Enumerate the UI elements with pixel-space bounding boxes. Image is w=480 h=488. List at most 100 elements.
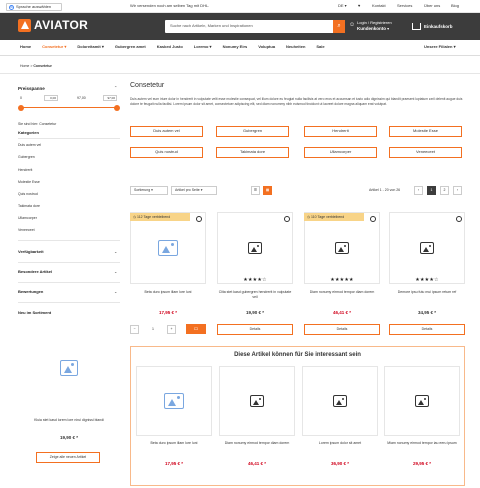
nav-loremo[interactable]: Loremo ▾	[193, 44, 212, 50]
product-name[interactable]: Demore ipsu futu mui ipsum retum ref	[389, 290, 465, 295]
chevron-down-icon[interactable]: ⌄	[114, 289, 117, 295]
tag-ullamcorper[interactable]: Ullamcorper	[304, 147, 377, 158]
language-select[interactable]: G Sprache auswählen	[6, 3, 62, 11]
wishlist-heart-icon[interactable]	[370, 216, 376, 222]
divider	[18, 262, 120, 263]
category-item[interactable]: Molestie Esse	[18, 180, 40, 184]
product-image[interactable]	[389, 212, 465, 284]
topbar-link-blog[interactable]: Blog	[451, 3, 459, 9]
page-1[interactable]: 1	[427, 186, 436, 195]
show-all-new-button[interactable]: Zeige alle neuen Artikel	[36, 452, 100, 463]
product-image[interactable]	[130, 212, 206, 284]
list-view-icon[interactable]: ☰	[251, 186, 260, 195]
login-link[interactable]: Login / Registrieren Kundenkonto ▾	[357, 20, 392, 31]
nav-consetetur[interactable]: Consetetur ▾	[42, 44, 66, 50]
wishlist-heart-icon[interactable]	[456, 216, 462, 222]
reco-product-image[interactable]	[384, 366, 460, 436]
tag-veneeceet[interactable]: Veneeceet	[389, 147, 462, 158]
filter-ratings[interactable]: Bewertungen	[18, 289, 43, 295]
price-slider-max-handle[interactable]	[114, 104, 120, 111]
chevron-down-icon[interactable]: ⌄	[114, 269, 117, 275]
price-max-input[interactable]: 97,00	[103, 95, 117, 101]
details-button[interactable]: Details	[217, 324, 293, 335]
chevron-up-icon[interactable]: ⌃	[114, 85, 117, 91]
tag-gubergren[interactable]: Gubergren	[216, 126, 289, 137]
wishlist-heart-icon[interactable]	[196, 216, 202, 222]
wishlist-heart-icon[interactable]	[284, 216, 290, 222]
topbar-link-kontakt[interactable]: Kontakt	[372, 3, 386, 9]
search-button[interactable]: ⌕	[333, 20, 345, 33]
language-code[interactable]: DE ▾	[338, 3, 347, 9]
nav-neuheiten[interactable]: Neuheiten	[286, 44, 305, 50]
grid-view-icon[interactable]: ▦	[263, 186, 272, 195]
reco-product-price: 36,90 € *	[330, 461, 349, 466]
tag-molestie-esse[interactable]: Molestie Esse	[389, 126, 462, 137]
product-price: 17,95 € *	[158, 310, 177, 315]
reco-product-name[interactable]: Lorem ipsum dolor sit amet	[302, 441, 378, 446]
details-button[interactable]: Details	[389, 324, 465, 335]
image-placeholder-icon	[250, 395, 264, 407]
logo[interactable]: AVIATOR	[18, 18, 88, 33]
topbar-link-ueber-uns[interactable]: Über uns	[424, 3, 440, 9]
per-page-select[interactable]: Artikel pro Seite ▾	[171, 186, 217, 195]
category-item[interactable]: Hendrerit	[18, 168, 32, 172]
price-filter-title[interactable]: Preisspanne	[18, 86, 45, 91]
nav-stores-label: Unsere Filialen	[424, 44, 453, 49]
heart-icon[interactable]: ♥	[358, 3, 360, 9]
reco-product-image[interactable]	[302, 366, 378, 436]
product-name[interactable]: Diam nonumy eirmod tempor diam dorem	[304, 290, 380, 295]
nav-voluptua[interactable]: Voluptua	[258, 44, 275, 50]
prev-page-icon[interactable]: ‹	[414, 186, 423, 195]
tag-duis-autem-vel[interactable]: Duis autem vel	[130, 126, 203, 137]
category-item[interactable]: Takimata dore	[18, 204, 40, 208]
nav-loremo-label: Loremo	[193, 44, 209, 50]
search-input[interactable]: Suche nach Artikeln, Marken und Inspirat…	[165, 20, 345, 33]
category-item[interactable]: Ullamcorper	[18, 216, 37, 220]
reco-product-name[interactable]: Diam nonumy eirmod tempor diam dorem	[219, 441, 295, 446]
nav-nonumy-eirs[interactable]: Nonumy Eirs	[223, 44, 248, 50]
qty-decrease-button[interactable]: −	[130, 325, 139, 334]
cart-button[interactable]: Einkaufskorb	[412, 19, 464, 34]
product-name[interactable]: Clita stet kasd gubergren hendrerit in v…	[217, 290, 293, 299]
reco-product-name[interactable]: Beta duro ipsum illam lore luni	[136, 441, 212, 446]
new-product-image[interactable]	[18, 323, 120, 413]
category-item[interactable]: Gubergren	[18, 155, 35, 159]
days-left-badge: ◷ 112 Tage verbleibend	[130, 213, 190, 221]
image-placeholder-icon	[60, 360, 78, 376]
nav-home[interactable]: Home	[20, 44, 31, 50]
breadcrumb-home[interactable]: Home	[20, 64, 29, 68]
details-button[interactable]: Details	[304, 324, 380, 335]
price-slider-min-handle[interactable]	[18, 104, 24, 111]
next-page-icon[interactable]: ›	[453, 186, 462, 195]
reco-product-image[interactable]	[136, 366, 212, 436]
add-to-cart-button[interactable]: ▭	[186, 324, 206, 334]
qty-increase-button[interactable]: +	[167, 325, 176, 334]
tag-quis-nostrud[interactable]: Quis nostrud	[130, 147, 203, 158]
sort-select[interactable]: Sortierung ▾	[130, 186, 168, 195]
product-name[interactable]: Beta duro ipsum illam lore luni	[130, 290, 206, 295]
reco-product-image[interactable]	[219, 366, 295, 436]
price-min-input[interactable]: 0,00	[44, 95, 58, 101]
topbar-link-services[interactable]: Services	[397, 3, 412, 9]
image-placeholder-icon	[158, 240, 178, 256]
category-item[interactable]: Duis autem vel	[18, 143, 41, 147]
qty-input[interactable]: 1	[141, 325, 165, 334]
nav-kasked-justo[interactable]: Kasked Justo	[157, 44, 183, 50]
nav-stores[interactable]: Unsere Filialen ▾	[424, 44, 456, 50]
product-image[interactable]	[304, 212, 380, 284]
chevron-down-icon[interactable]: ⌄	[114, 249, 117, 255]
cart-icon: ▭	[193, 326, 199, 332]
filter-availability[interactable]: Verfügbarkeit	[18, 249, 44, 255]
filter-special-items[interactable]: Besondere Artikel	[18, 269, 52, 275]
category-item[interactable]: Quis nostrud	[18, 192, 38, 196]
product-image[interactable]	[217, 212, 293, 284]
page-2[interactable]: 2	[440, 186, 449, 195]
nav-doloreitamit[interactable]: Doloreitamit ▾	[77, 44, 103, 50]
nav-sale[interactable]: Sale	[316, 44, 324, 50]
tag-takimata-dore[interactable]: Takimata dore	[216, 147, 289, 158]
new-product-name[interactable]: Kluia stet kasd lorem lore nirui digniss…	[18, 418, 120, 423]
reco-product-name[interactable]: Miam nonumy eirmod tempor iau eeru ipsum	[384, 441, 460, 446]
category-item[interactable]: Veneeceet	[18, 228, 35, 232]
nav-gubergren-amet[interactable]: Gubergren amet	[115, 44, 146, 50]
tag-hendrerit[interactable]: Hendrerit	[304, 126, 377, 137]
